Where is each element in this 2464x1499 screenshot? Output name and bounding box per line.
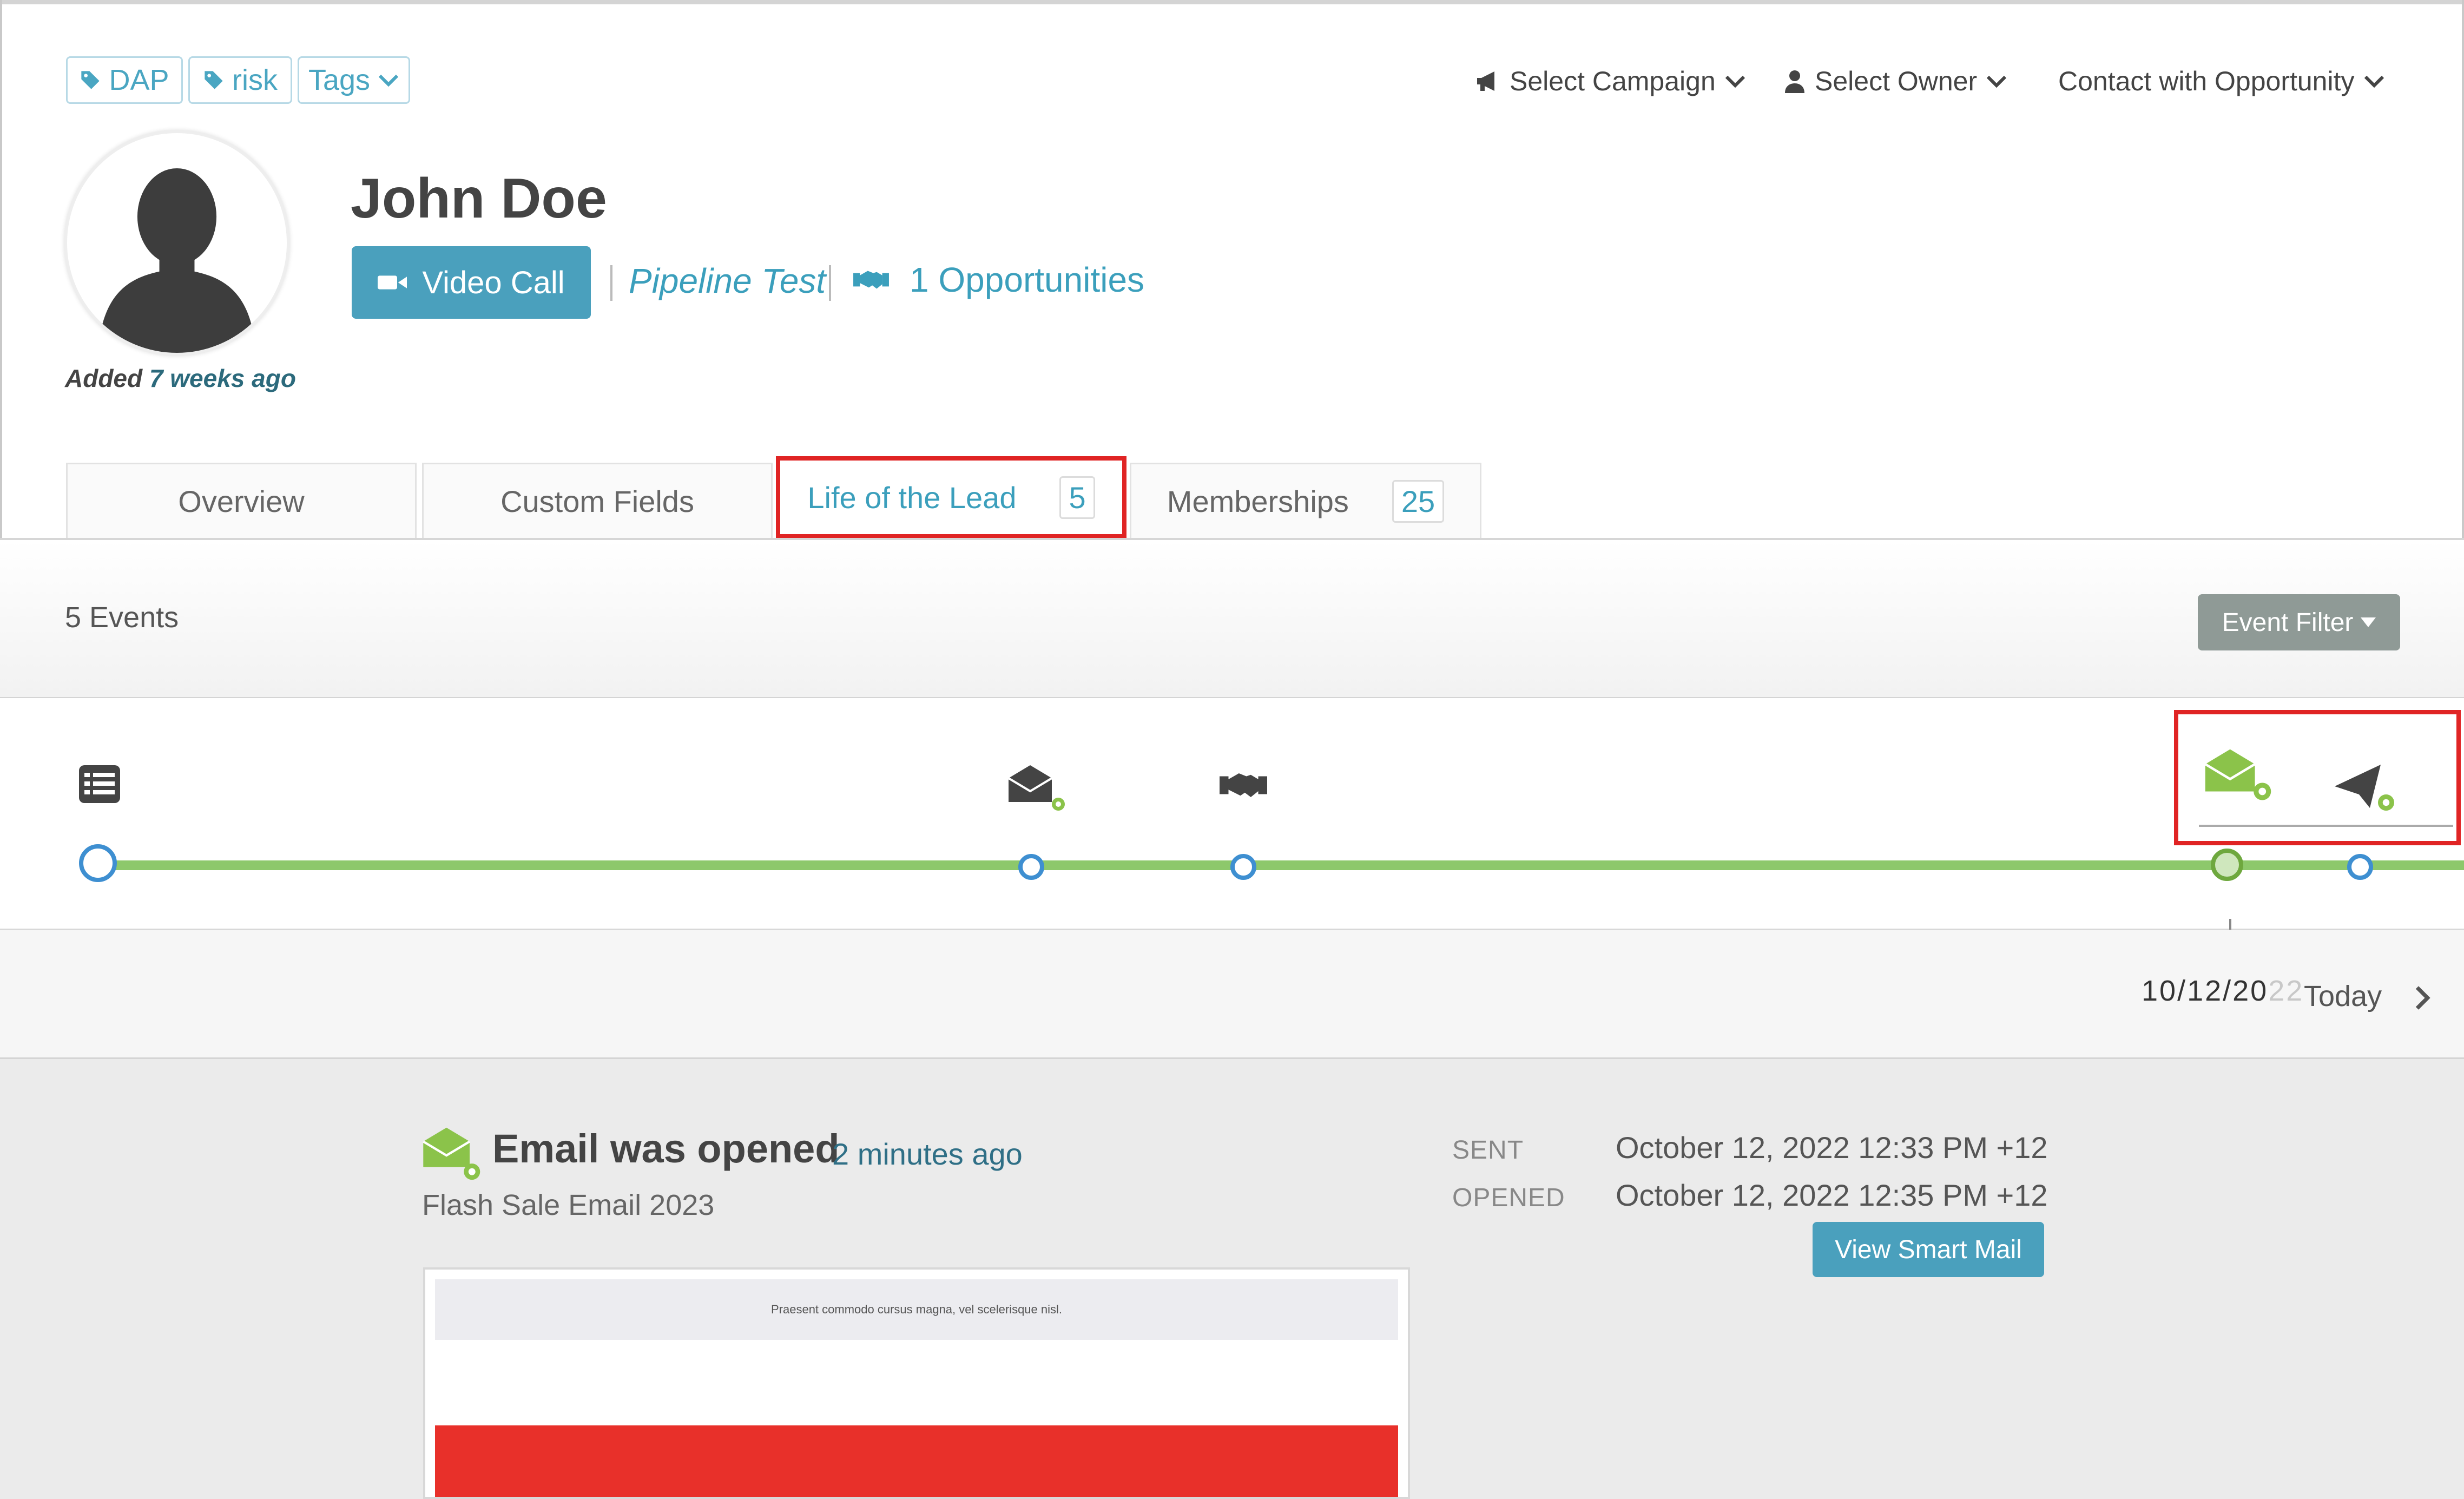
email-preview[interactable]: Praesent commodo cursus magna, vel scele…	[423, 1267, 1410, 1499]
events-header	[0, 540, 2464, 699]
tag-label: DAP	[109, 64, 169, 96]
email-sent-icon[interactable]	[2332, 762, 2402, 816]
tag-icon	[81, 71, 100, 89]
added-prefix: Added	[65, 364, 143, 392]
email-automation-icon[interactable]	[1006, 763, 1071, 817]
timeline-date-value: 10/12/20	[2142, 975, 2269, 1007]
select-owner-label: Select Owner	[1815, 66, 1978, 96]
tag-dap[interactable]: DAP	[66, 56, 183, 104]
handshake-icon	[853, 271, 889, 289]
sent-value: October 12, 2022 12:33 PM +12	[1616, 1130, 2048, 1165]
contact-opportunity-dropdown[interactable]: Contact with Opportunity	[2058, 62, 2385, 100]
email-opened-icon[interactable]	[2202, 747, 2278, 806]
caret-down-icon	[2361, 617, 2376, 627]
select-campaign-dropdown[interactable]: Select Campaign	[1475, 62, 1746, 100]
event-subtitle: Flash Sale Email 2023	[422, 1189, 715, 1221]
opportunities-label: 1 Opportunities	[910, 260, 1145, 299]
email-preview-header: Praesent commodo cursus magna, vel scele…	[435, 1279, 1398, 1340]
tags-dropdown[interactable]: Tags	[298, 56, 410, 104]
tab-memberships[interactable]: Memberships 25	[1130, 463, 1481, 538]
tag-icon	[205, 71, 223, 89]
tag-risk[interactable]: risk	[188, 56, 292, 104]
avatar	[64, 130, 290, 356]
event-filter-label: Event Filter	[2222, 608, 2354, 637]
handshake-icon[interactable]	[1216, 767, 1270, 803]
timeline-node[interactable]	[2347, 854, 2373, 880]
tab-life-of-the-lead-label: Life of the Lead	[807, 480, 1017, 515]
megaphone-icon	[1477, 71, 1494, 91]
divider	[829, 265, 831, 301]
tags-dropdown-label: Tags	[308, 64, 371, 96]
chevron-right-icon[interactable]	[2413, 985, 2432, 1011]
timeline-node-selected[interactable]	[2211, 849, 2243, 881]
timeline-date-faded: 22	[2268, 975, 2304, 1007]
tab-count-badge: 25	[1392, 480, 1445, 523]
pipeline-link[interactable]: Pipeline Test	[629, 261, 826, 301]
tab-custom-fields-label: Custom Fields	[500, 484, 694, 518]
today-label[interactable]: Today	[2304, 979, 2382, 1013]
view-smart-mail-button[interactable]: View Smart Mail	[1813, 1222, 2044, 1277]
opened-value: October 12, 2022 12:35 PM +12	[1616, 1178, 2048, 1212]
opportunities-link[interactable]: 1 Opportunities	[852, 260, 1144, 300]
email-preview-text: Praesent commodo cursus magna, vel scele…	[770, 1303, 1063, 1316]
timeline-date-bar	[0, 930, 2464, 1059]
email-preview-banner	[435, 1425, 1398, 1497]
timeline-node[interactable]	[1230, 854, 1256, 880]
chevron-down-icon	[378, 74, 399, 87]
tag-label: risk	[232, 64, 278, 96]
timeline-track	[97, 860, 2464, 870]
tab-life-of-the-lead[interactable]: Life of the Lead 5	[776, 456, 1126, 538]
chevron-down-icon	[1725, 75, 1745, 88]
opened-label: OPENED	[1452, 1184, 1565, 1212]
tab-overview-label: Overview	[178, 484, 305, 518]
divider	[610, 265, 612, 301]
video-camera-icon	[378, 275, 407, 290]
list-icon[interactable]	[79, 765, 120, 803]
tab-overview[interactable]: Overview	[66, 463, 417, 538]
select-campaign-label: Select Campaign	[1510, 66, 1716, 96]
added-time-value: 7 weeks ago	[149, 364, 296, 392]
video-call-label: Video Call	[422, 265, 565, 300]
event-filter-button[interactable]: Event Filter	[2198, 594, 2400, 650]
email-opened-icon	[423, 1127, 480, 1180]
contact-opportunity-label: Contact with Opportunity	[2058, 66, 2355, 96]
added-time: Added 7 weeks ago	[65, 364, 296, 393]
window-top-border	[0, 0, 2464, 4]
timeline-node-start[interactable]	[79, 844, 117, 882]
contact-name: John Doe	[351, 167, 607, 230]
chevron-down-icon	[2364, 75, 2384, 88]
view-smart-mail-label: View Smart Mail	[1835, 1235, 2022, 1264]
highlight-underline	[2199, 825, 2453, 827]
tab-count-badge: 5	[1059, 476, 1095, 519]
event-title: Email was opened	[492, 1126, 840, 1171]
video-call-button[interactable]: Video Call	[352, 246, 591, 319]
person-silhouette-icon	[97, 168, 256, 353]
events-count: 5 Events	[65, 601, 179, 634]
tab-memberships-label: Memberships	[1167, 484, 1349, 518]
event-time-ago: 2 minutes ago	[832, 1137, 1023, 1171]
sent-label: SENT	[1452, 1136, 1524, 1165]
timeline-date: 10/12/2022	[2142, 974, 2304, 1008]
timeline	[0, 698, 2464, 930]
timeline-node[interactable]	[1018, 854, 1044, 880]
tab-custom-fields[interactable]: Custom Fields	[422, 463, 773, 538]
select-owner-dropdown[interactable]: Select Owner	[1783, 62, 2007, 100]
chevron-down-icon	[1987, 75, 2007, 88]
user-icon	[1785, 70, 1804, 93]
